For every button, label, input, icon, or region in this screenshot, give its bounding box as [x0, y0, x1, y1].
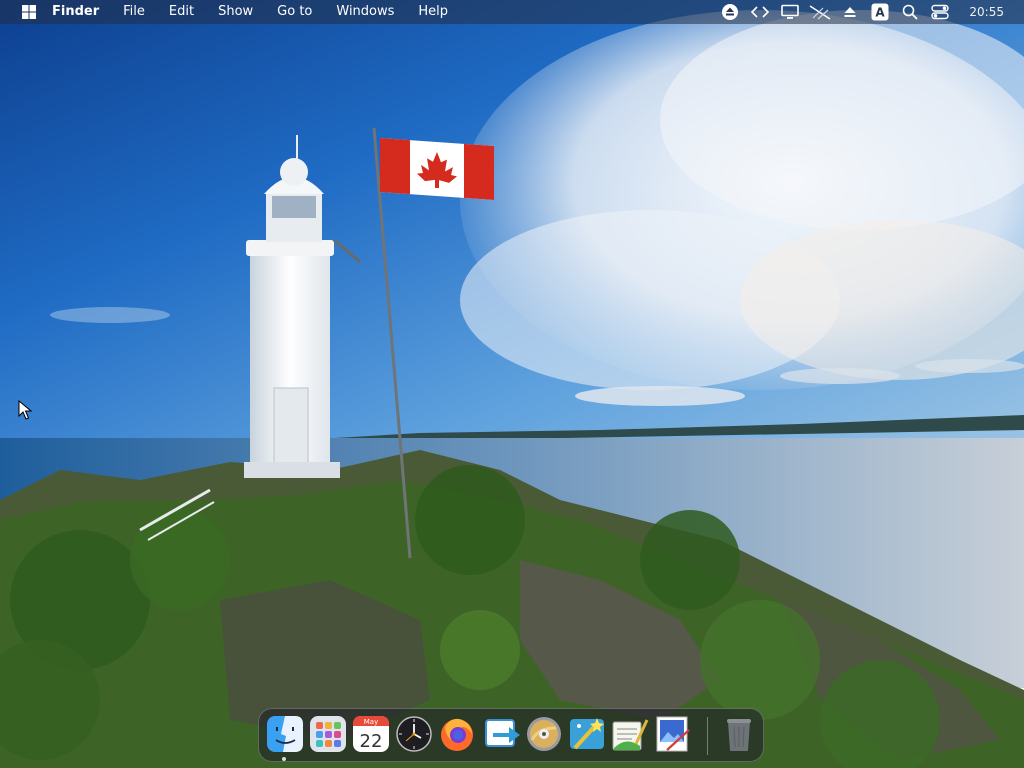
calendar-icon[interactable]: May 22	[351, 714, 391, 754]
keyboard-layout-label: A	[876, 6, 886, 20]
dock: May 22	[258, 708, 764, 762]
windows-logo-icon[interactable]	[22, 5, 36, 19]
finder-icon[interactable]	[265, 714, 305, 754]
menu-windows[interactable]: Windows	[324, 0, 406, 24]
menu-show[interactable]: Show	[206, 0, 265, 24]
network-off-icon[interactable]	[808, 0, 832, 24]
menu-go-to[interactable]: Go to	[265, 0, 324, 24]
desktop-wallpaper	[0, 0, 1024, 768]
eject-icon[interactable]	[718, 0, 742, 24]
search-icon[interactable]	[898, 0, 922, 24]
menu-help[interactable]: Help	[406, 0, 460, 24]
eject-alt-icon[interactable]	[838, 0, 862, 24]
trash-icon[interactable]	[719, 714, 759, 754]
migration-icon[interactable]	[483, 714, 523, 754]
keyboard-layout-icon[interactable]: A	[868, 0, 892, 24]
menu-app-finder[interactable]: Finder	[42, 0, 111, 24]
control-center-icon[interactable]	[928, 0, 952, 24]
display-icon[interactable]	[778, 0, 802, 24]
magic-wand-icon[interactable]	[567, 714, 607, 754]
calendar-day-label: 22	[360, 731, 383, 752]
launchpad-icon[interactable]	[308, 714, 348, 754]
menu-file[interactable]: File	[111, 0, 157, 24]
calendar-month-label: May	[364, 718, 378, 726]
finder-running-dot	[282, 757, 286, 761]
dvd-player-icon[interactable]	[524, 714, 564, 754]
mouse-pointer-icon	[18, 400, 32, 420]
code-brackets-icon[interactable]	[748, 0, 772, 24]
clock-icon[interactable]	[394, 714, 434, 754]
menu-edit[interactable]: Edit	[157, 0, 206, 24]
dock-separator	[707, 717, 708, 755]
menu-bar: Finder File Edit Show Go to Windows Help…	[0, 0, 1024, 24]
preview-icon[interactable]	[653, 714, 693, 754]
script-editor-icon[interactable]	[610, 714, 650, 754]
firefox-icon[interactable]	[437, 714, 477, 754]
menubar-clock[interactable]: 20:55	[955, 0, 1024, 24]
